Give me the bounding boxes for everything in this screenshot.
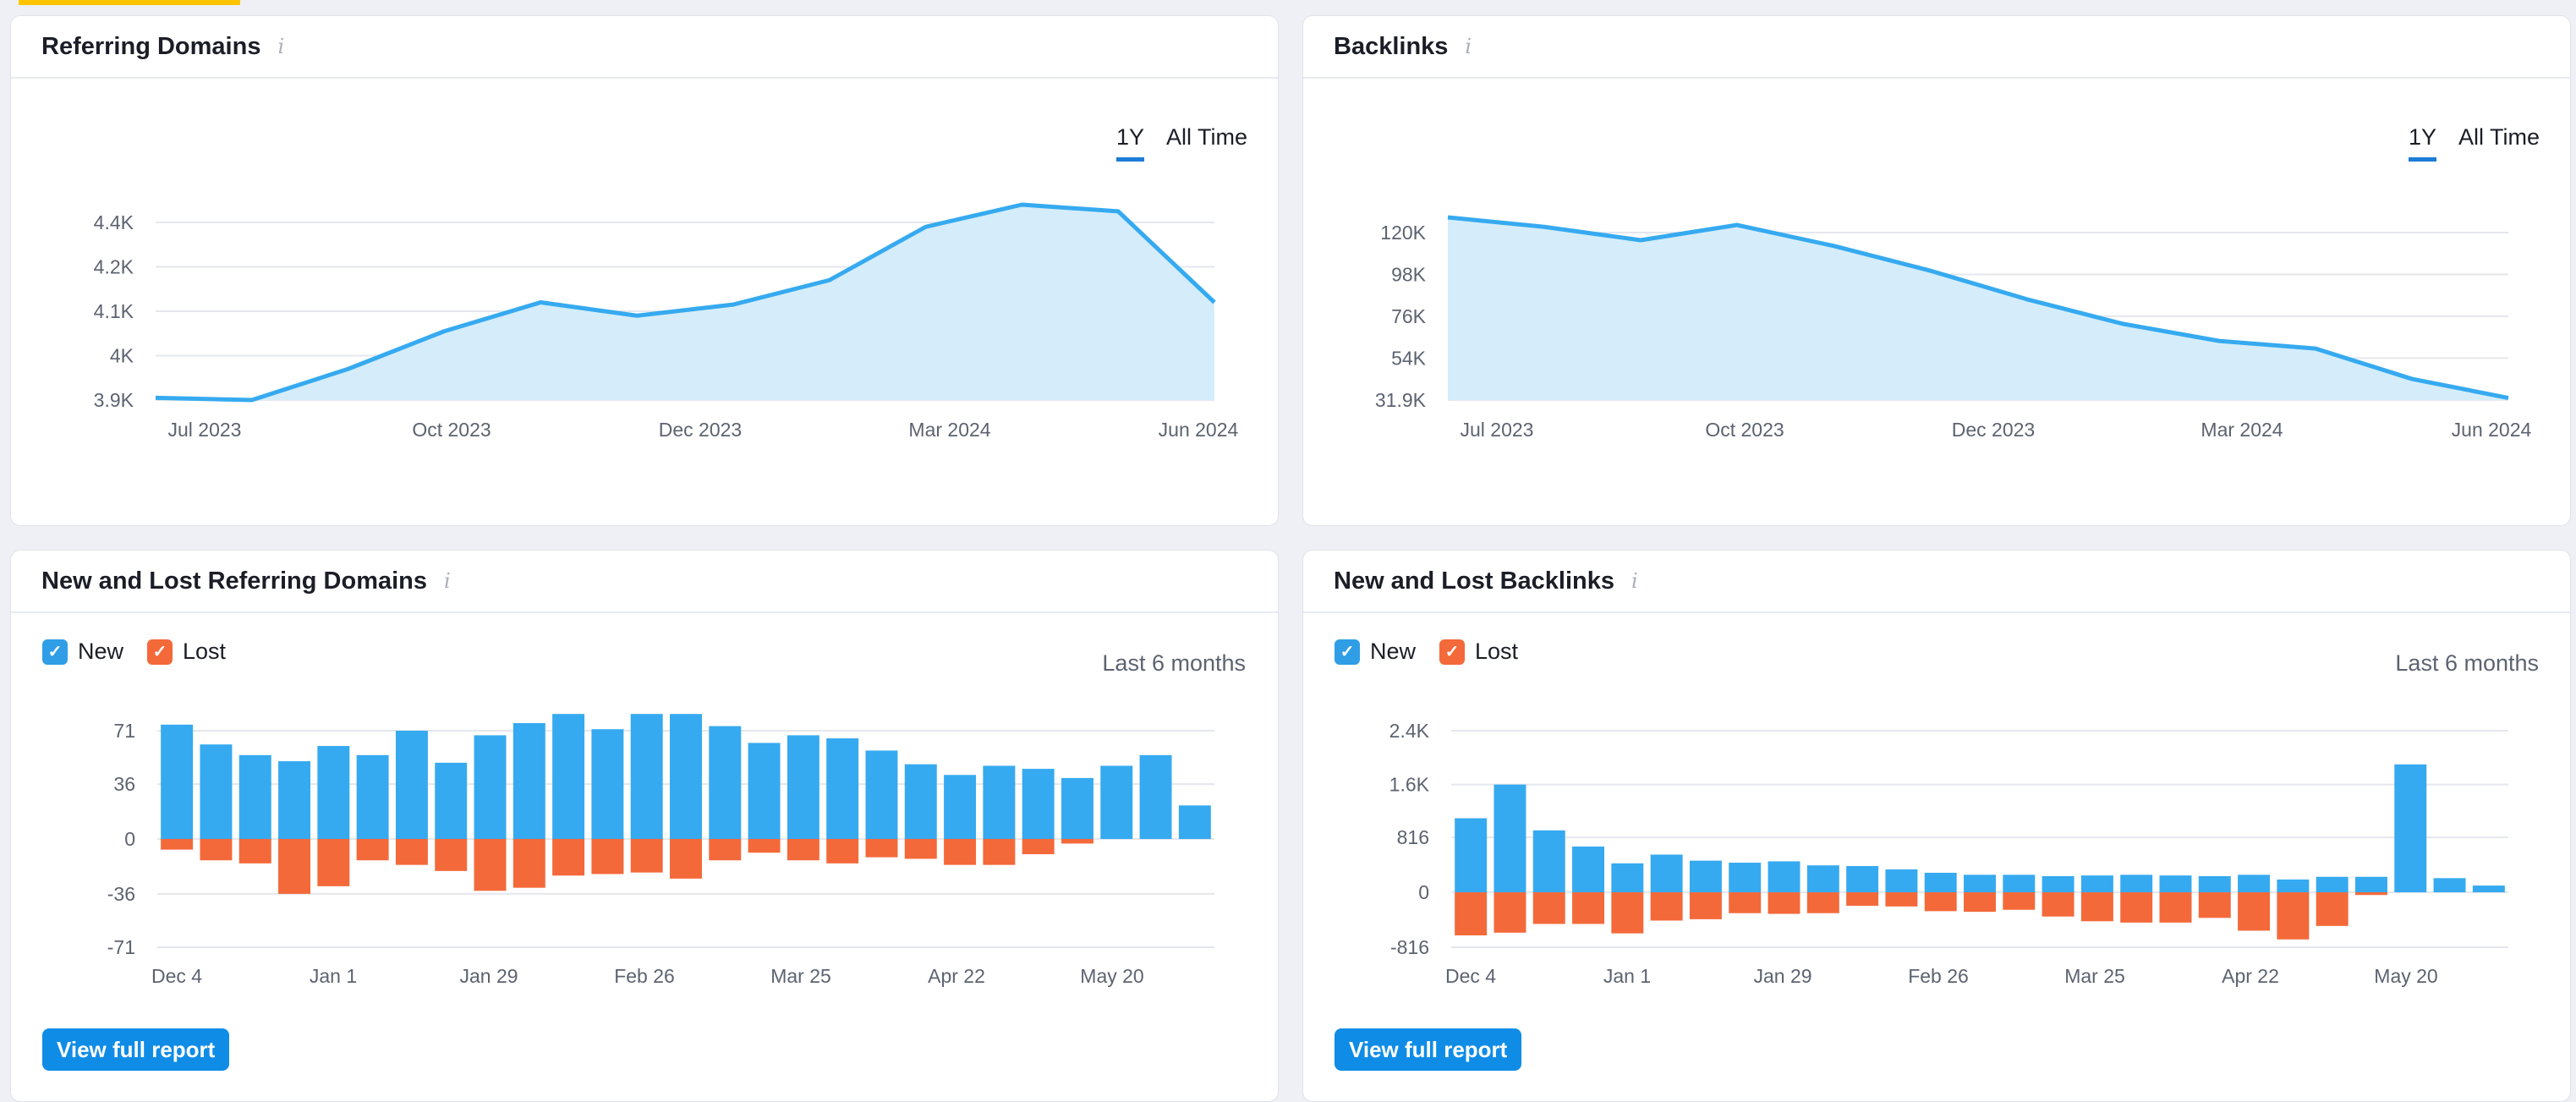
new-bar <box>2277 879 2310 893</box>
new-lost-backlinks-chart: 2.4K 1.6K 816 0 -816 Dec 4 Jan 1 Jan 29 Feb 26 Ma… <box>1389 720 2508 987</box>
x-tick-label: May 20 <box>2374 965 2437 987</box>
new-bar <box>1964 874 1996 893</box>
lost-bar <box>1729 892 1762 913</box>
lost-bar <box>1611 892 1644 934</box>
y-tick-label: 2.4K <box>1389 720 1430 742</box>
new-bar <box>2080 875 2113 893</box>
new-bar <box>1611 863 1644 893</box>
lost-bar <box>2354 892 2387 896</box>
new-bar <box>2238 874 2271 893</box>
lost-bar <box>1768 892 1800 914</box>
new-bar <box>2003 874 2036 893</box>
new-bar <box>1650 854 1683 893</box>
new-bar <box>2159 875 2192 893</box>
lost-bar <box>1846 892 1879 906</box>
lost-bar <box>1455 892 1488 935</box>
lost-bar <box>2120 892 2153 923</box>
lost-bar <box>2159 892 2192 923</box>
new-bar <box>2316 876 2349 893</box>
new-bar <box>2472 885 2505 893</box>
x-tick-label: Jan 1 <box>1603 965 1651 987</box>
lost-bar <box>1885 892 1918 907</box>
new-bar <box>2354 876 2387 893</box>
lost-bar <box>1572 892 1605 924</box>
lost-bar <box>2198 892 2231 918</box>
y-tick-label: 816 <box>1397 826 1429 848</box>
y-tick-label: -816 <box>1390 936 1429 958</box>
y-tick-label: 0 <box>1418 881 1429 903</box>
lost-bar <box>2042 892 2075 917</box>
new-bar <box>1532 830 1565 893</box>
new-bar <box>1768 861 1800 893</box>
x-tick-label: Apr 22 <box>2222 965 2279 987</box>
new-bar <box>1494 784 1526 893</box>
lost-bar <box>2316 892 2349 926</box>
new-bar <box>2394 764 2427 893</box>
lost-bar <box>1964 892 1996 913</box>
x-tick-label: Feb 26 <box>1908 965 1969 987</box>
x-tick-label: Jan 29 <box>1753 965 1811 987</box>
lost-bar <box>1650 892 1683 921</box>
new-bar <box>1846 866 1879 893</box>
lost-bar <box>1689 892 1722 919</box>
new-bar <box>1885 869 1918 893</box>
lost-bar <box>1532 892 1565 924</box>
x-tick-label: Mar 25 <box>2064 965 2125 987</box>
y-tick-label: 1.6K <box>1389 774 1430 796</box>
lost-bar <box>1494 892 1526 933</box>
new-bar <box>2198 875 2231 893</box>
new-bar <box>1455 818 1488 893</box>
new-bar <box>1729 863 1762 893</box>
new-bar <box>1572 846 1605 893</box>
new-bar <box>1924 872 1957 893</box>
new-bar <box>1806 865 1839 893</box>
lost-bar <box>2238 892 2271 931</box>
lost-bar <box>2277 892 2310 940</box>
new-bar <box>2120 874 2153 893</box>
new-bar <box>1689 860 1722 893</box>
new-bar <box>2433 878 2466 893</box>
lost-bar <box>1924 892 1957 912</box>
lost-bar <box>1806 892 1839 913</box>
new-bar <box>2042 875 2075 893</box>
lost-bar <box>2080 892 2113 922</box>
x-tick-label: Dec 4 <box>1445 965 1496 987</box>
lost-bar <box>2003 892 2036 910</box>
